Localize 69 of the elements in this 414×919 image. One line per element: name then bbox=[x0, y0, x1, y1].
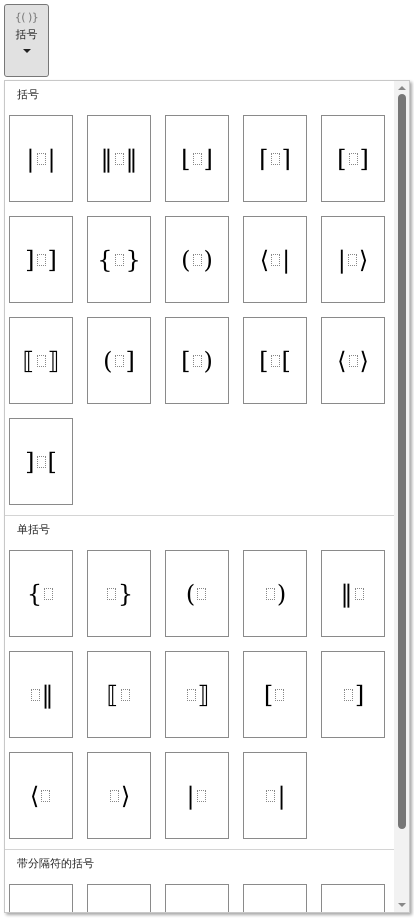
bracket-tile[interactable]: ( ) bbox=[165, 216, 229, 303]
bracket-tile[interactable]: { bbox=[9, 550, 73, 637]
placeholder-icon bbox=[120, 688, 130, 700]
bracket-tile[interactable]: ( ] bbox=[87, 317, 151, 404]
placeholder-icon bbox=[344, 688, 353, 700]
bracket-tile[interactable]: [ ] bbox=[321, 115, 385, 202]
placeholder-icon bbox=[266, 790, 276, 802]
placeholder-icon bbox=[192, 152, 202, 164]
placeholder-icon bbox=[266, 588, 275, 600]
bracket-tile[interactable]: ⟦ ⟧ bbox=[9, 317, 73, 404]
placeholder-icon bbox=[270, 354, 280, 366]
placeholder-icon bbox=[186, 688, 196, 700]
bracket-tile[interactable]: | bbox=[165, 752, 229, 839]
placeholder-icon bbox=[270, 152, 280, 164]
placeholder-icon bbox=[348, 152, 358, 164]
placeholder-icon bbox=[271, 254, 280, 266]
caret-icon bbox=[22, 49, 30, 53]
section-heading: 括号 bbox=[16, 87, 40, 103]
placeholder-icon bbox=[41, 790, 50, 802]
scroll-down-icon[interactable] bbox=[398, 903, 406, 907]
bracket-tile[interactable]: ⟧ bbox=[165, 651, 229, 738]
placeholder-icon bbox=[354, 588, 364, 600]
section-heading: 单括号 bbox=[16, 522, 51, 538]
placeholder-icon bbox=[348, 254, 357, 266]
bracket-tile[interactable]: ⟨ bbox=[9, 752, 73, 839]
bracket-tile[interactable]: ⌈ ⌉ bbox=[243, 115, 307, 202]
scrollbar-thumb[interactable] bbox=[398, 94, 406, 829]
bracket-tile[interactable]: [ ) bbox=[165, 317, 229, 404]
bracket-tile[interactable]: { } bbox=[87, 216, 151, 303]
bracket-tile[interactable]: | | bbox=[9, 115, 73, 202]
bracket-tile[interactable]: ] bbox=[321, 651, 385, 738]
placeholder-icon bbox=[348, 354, 358, 366]
bracket-tile[interactable]: ⌊ ⌋ bbox=[165, 115, 229, 202]
bracket-tile[interactable]: [ [ bbox=[243, 317, 307, 404]
bracket-tile[interactable]: ⟨ | bbox=[243, 216, 307, 303]
brackets-ribbon-button[interactable]: {( )} 括号 bbox=[4, 4, 49, 77]
bracket-tile[interactable]: ⟩ bbox=[87, 752, 151, 839]
placeholder-icon bbox=[197, 588, 206, 600]
bracket-tile[interactable]: } bbox=[87, 550, 151, 637]
bracket-tile[interactable]: | bbox=[243, 752, 307, 839]
bracket-tile[interactable]: ( bbox=[165, 550, 229, 637]
placeholder-icon bbox=[30, 688, 40, 700]
placeholder-icon bbox=[36, 354, 46, 366]
bracket-tile[interactable]: ⟦ bbox=[87, 651, 151, 738]
bracket-tile[interactable]: ⟨ ⟩ bbox=[321, 317, 385, 404]
bracket-tile[interactable]: ] ] bbox=[9, 216, 73, 303]
section-heading: 带分隔符的括号 bbox=[16, 856, 95, 872]
placeholder-icon bbox=[44, 588, 54, 600]
placeholder-icon bbox=[114, 152, 124, 164]
placeholder-icon bbox=[192, 254, 202, 266]
bracket-tile[interactable]: ‖ bbox=[9, 651, 73, 738]
placeholder-icon bbox=[36, 152, 46, 164]
bracket-tile[interactable]: ] [ bbox=[9, 418, 73, 505]
bracket-tile[interactable]: [ bbox=[243, 651, 307, 738]
placeholder-icon bbox=[36, 254, 46, 266]
scrollbar[interactable] bbox=[394, 81, 409, 912]
placeholder-icon bbox=[110, 790, 119, 802]
bracket-tile[interactable]: | ⟩ bbox=[321, 216, 385, 303]
bracket-tile[interactable]: ) bbox=[243, 550, 307, 637]
placeholder-icon bbox=[36, 456, 46, 468]
placeholder-icon bbox=[275, 688, 284, 700]
placeholder-icon bbox=[196, 790, 206, 802]
bracket-tile[interactable]: ‖ ‖ bbox=[87, 115, 151, 202]
bracket-tile[interactable]: ‖ bbox=[321, 550, 385, 637]
placeholder-icon bbox=[106, 588, 116, 600]
placeholder-icon bbox=[114, 254, 124, 266]
scroll-up-icon[interactable] bbox=[398, 86, 406, 90]
placeholder-icon bbox=[114, 354, 124, 366]
placeholder-icon bbox=[192, 354, 202, 366]
